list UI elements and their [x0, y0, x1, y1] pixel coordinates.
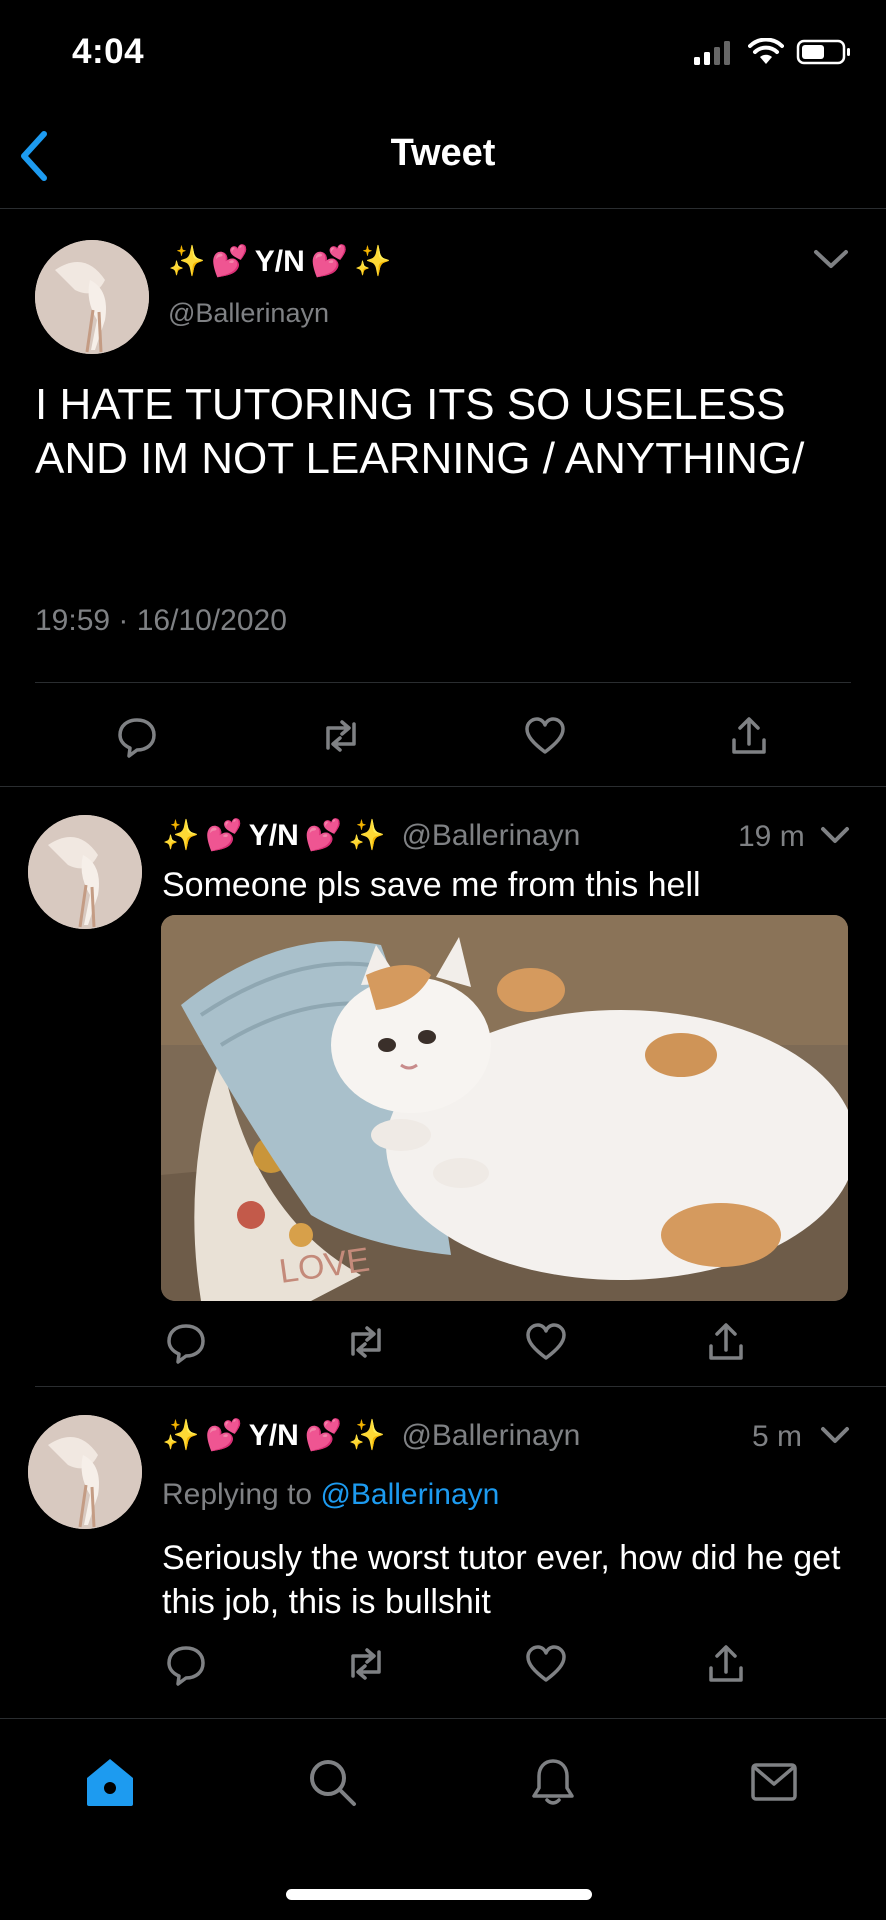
replying-to-handle[interactable]: @Ballerinayn	[320, 1478, 499, 1511]
hearts-icon: 💕	[205, 819, 243, 852]
display-name-text: Y/N	[248, 818, 299, 852]
reply-text: Seriously the worst tutor ever, how did …	[162, 1539, 841, 1621]
hearts-icon: 💕	[205, 1419, 243, 1452]
share-icon	[709, 1645, 743, 1682]
like-button[interactable]	[521, 712, 569, 760]
sparkle-icon: ✨	[162, 1419, 200, 1452]
avatar[interactable]	[28, 1415, 142, 1529]
display-name-text: Y/N	[254, 244, 305, 278]
hearts-icon: 💕	[310, 245, 349, 278]
heart-icon	[526, 1323, 566, 1360]
wifi-icon	[748, 38, 784, 64]
retweet-button[interactable]	[342, 1640, 390, 1688]
share-button[interactable]	[725, 712, 773, 760]
reply-time: 5 m	[752, 1420, 803, 1453]
avatar[interactable]	[35, 240, 149, 354]
tab-search[interactable]	[302, 1752, 362, 1812]
bell-icon	[532, 1759, 574, 1805]
search-icon	[310, 1760, 356, 1806]
sparkle-icon: ✨	[168, 245, 206, 278]
hearts-icon: 💕	[304, 1419, 343, 1452]
tweet-divider	[35, 682, 851, 683]
reply-handle: @Ballerinayn	[401, 1418, 581, 1452]
retweet-icon	[326, 720, 356, 752]
hearts-icon: 💕	[211, 245, 249, 278]
heart-icon	[526, 1645, 566, 1682]
share-button[interactable]	[702, 1640, 750, 1688]
retweet-button[interactable]	[317, 712, 365, 760]
chevron-down-icon	[821, 827, 849, 843]
sparkle-icon: ✨	[162, 819, 200, 852]
reply-actions	[162, 1318, 750, 1366]
home-icon	[87, 1759, 133, 1806]
cat-photo: LOVE	[161, 915, 848, 1301]
avatar-image	[35, 240, 149, 354]
avatar[interactable]	[28, 815, 142, 929]
tweet-menu-button[interactable]	[810, 244, 852, 279]
display-name-text: Y/N	[248, 1418, 299, 1452]
share-icon	[732, 717, 766, 754]
home-indicator	[286, 1889, 592, 1900]
reply-actions	[162, 1640, 750, 1688]
share-button[interactable]	[702, 1318, 750, 1366]
reply-icon	[167, 1324, 205, 1364]
main-display-name[interactable]: ✨ 💕 Y/N 💕 ✨	[168, 244, 391, 279]
replying-to-line: Replying to @Ballerinayn	[162, 1478, 499, 1512]
main-tweet-actions	[113, 712, 773, 760]
reply-icon	[118, 718, 156, 758]
heart-icon	[525, 717, 565, 754]
header-divider	[0, 208, 886, 209]
reply-display-name[interactable]: ✨ 💕 Y/N 💕 ✨ @Ballerinayn	[162, 818, 580, 853]
retweet-icon	[351, 1326, 381, 1358]
reply-handle: @Ballerinayn	[401, 818, 581, 852]
reply-icon	[167, 1646, 205, 1686]
reply-text: Someone pls save me from this hell	[162, 866, 701, 904]
section-divider	[0, 786, 886, 787]
reply-button[interactable]	[162, 1318, 210, 1366]
sparkle-icon: ✨	[354, 245, 392, 278]
main-tweet-text: I HATE TUTORING ITS SO USELESS AND IM NO…	[35, 380, 805, 483]
reply-divider	[35, 1386, 886, 1387]
reply-button[interactable]	[162, 1640, 210, 1688]
avatar-image	[28, 815, 142, 929]
sparkle-icon: ✨	[348, 1419, 386, 1452]
reply-display-name[interactable]: ✨ 💕 Y/N 💕 ✨ @Ballerinayn	[162, 1418, 580, 1453]
chevron-down-icon	[821, 1427, 849, 1443]
like-button[interactable]	[522, 1318, 570, 1366]
avatar-image	[28, 1415, 142, 1529]
tweet-media-image[interactable]: LOVE	[161, 915, 848, 1301]
tab-messages[interactable]	[744, 1752, 804, 1812]
replying-to-label: Replying to	[162, 1478, 313, 1511]
sparkle-icon: ✨	[348, 819, 386, 852]
like-button[interactable]	[522, 1640, 570, 1688]
reply-button[interactable]	[113, 712, 161, 760]
tab-notifications[interactable]	[523, 1752, 583, 1812]
tab-home[interactable]	[80, 1752, 140, 1812]
reply-menu-button[interactable]	[818, 1422, 852, 1453]
hearts-icon: 💕	[304, 819, 343, 852]
retweet-button[interactable]	[342, 1318, 390, 1366]
retweet-icon	[351, 1648, 381, 1680]
status-time: 4:04	[72, 32, 145, 71]
main-tweet-timestamp: 19:59 · 16/10/2020	[35, 604, 287, 637]
chevron-down-icon	[814, 250, 848, 268]
page-title: Tweet	[390, 132, 496, 174]
battery-icon	[796, 39, 850, 65]
share-icon	[709, 1323, 743, 1360]
mail-icon	[751, 1763, 797, 1801]
signal-icon	[694, 41, 730, 65]
status-icons	[692, 38, 852, 66]
reply-menu-button[interactable]	[818, 822, 852, 853]
reply-time: 19 m	[738, 820, 805, 853]
main-handle[interactable]: @Ballerinayn	[168, 298, 329, 329]
